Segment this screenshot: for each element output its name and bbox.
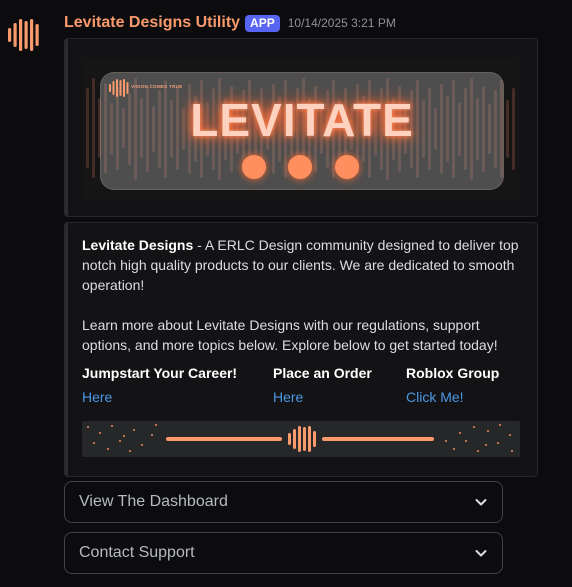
- bot-avatar[interactable]: [6, 16, 44, 54]
- divider-graphic: [87, 424, 513, 452]
- message-header: Levitate Designs Utility APP 10/14/2025 …: [64, 12, 396, 34]
- app-badge: APP: [245, 14, 280, 32]
- roblox-link[interactable]: Click Me!: [406, 387, 499, 407]
- levitate-banner-image[interactable]: VISION COMES TRUE LEVITATE: [82, 58, 519, 200]
- author-name[interactable]: Levitate Designs Utility: [64, 14, 240, 32]
- select-placeholder: Contact Support: [79, 544, 195, 561]
- message-timestamp[interactable]: 10/14/2025 3:21 PM: [288, 16, 396, 30]
- banner-dot: [242, 155, 266, 179]
- field-career: Jumpstart Your Career! Here: [82, 363, 237, 407]
- order-link[interactable]: Here: [273, 387, 372, 407]
- sound-wave-icon: [8, 19, 39, 51]
- field-name: Jumpstart Your Career!: [82, 365, 238, 381]
- banner-dot: [288, 155, 312, 179]
- support-select[interactable]: Contact Support: [64, 532, 503, 574]
- learn-more-paragraph: Learn more about Levitate Designs with o…: [82, 317, 498, 353]
- dashboard-select[interactable]: View The Dashboard: [64, 481, 503, 523]
- field-order: Place an Order Here: [273, 363, 372, 407]
- embed-description: Levitate Designs - A ERLC Design communi…: [82, 235, 528, 355]
- banner-title: LEVITATE: [190, 94, 414, 146]
- field-name: Place an Order: [273, 365, 372, 381]
- field-name: Roblox Group: [406, 365, 500, 381]
- field-roblox: Roblox Group Click Me!: [406, 363, 499, 407]
- chevron-down-icon: [475, 499, 487, 506]
- brand-name: Levitate Designs: [82, 237, 194, 253]
- footer-divider-image[interactable]: [82, 421, 520, 457]
- banner-tagline: VISION COMES TRUE: [131, 84, 183, 89]
- banner-card: VISION COMES TRUE LEVITATE: [100, 72, 504, 190]
- banner-dot: [335, 155, 359, 179]
- select-placeholder: View The Dashboard: [79, 493, 228, 510]
- chevron-down-icon: [475, 550, 487, 557]
- intro-paragraph: Levitate Designs - A ERLC Design communi…: [82, 235, 528, 295]
- banner-embed: VISION COMES TRUE LEVITATE: [64, 38, 538, 217]
- info-embed: Levitate Designs - A ERLC Design communi…: [64, 222, 538, 477]
- career-link[interactable]: Here: [82, 387, 237, 407]
